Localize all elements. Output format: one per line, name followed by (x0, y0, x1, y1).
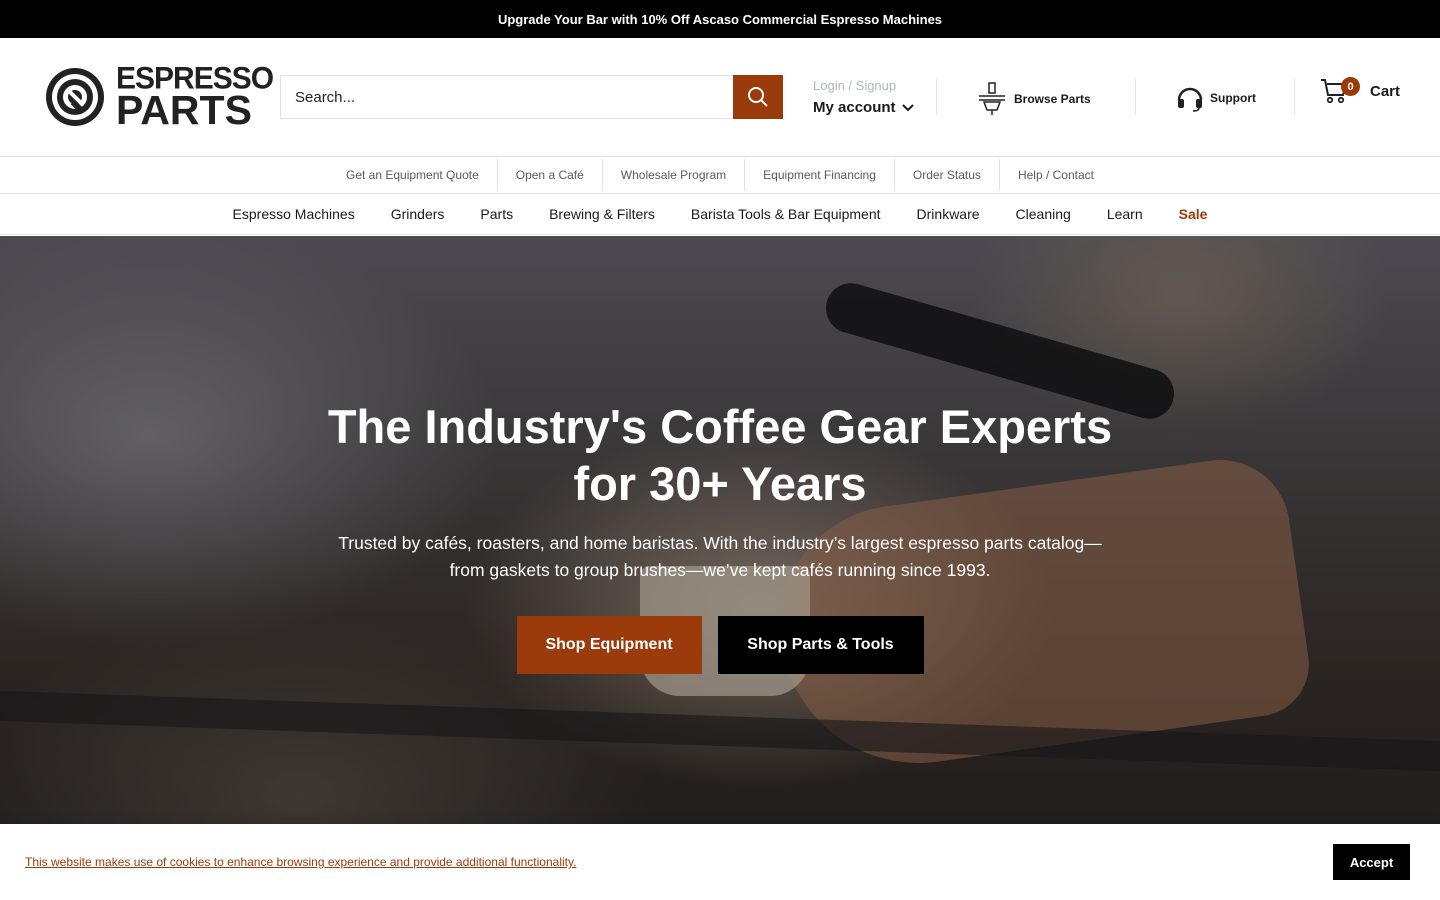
cookie-accept-button[interactable]: Accept (1333, 844, 1410, 880)
announcement-bar[interactable]: Upgrade Your Bar with 10% Off Ascaso Com… (0, 0, 1440, 38)
nav-espresso-machines[interactable]: Espresso Machines (233, 206, 355, 222)
search-input[interactable] (280, 75, 733, 119)
logo-line-2: PARTS (116, 87, 252, 134)
util-link-equipment-quote[interactable]: Get an Equipment Quote (328, 159, 497, 191)
hero-title-line-2: for 30+ Years (573, 457, 867, 510)
my-account-label: My account (813, 99, 896, 116)
hero-buttons: Shop Equipment Shop Parts & Tools (0, 616, 1440, 674)
util-link-wholesale[interactable]: Wholesale Program (601, 159, 744, 191)
hero-subtitle: Trusted by cafés, roasters, and home bar… (320, 530, 1120, 584)
nav-cleaning[interactable]: Cleaning (1016, 206, 1071, 222)
util-link-open-cafe[interactable]: Open a Café (496, 159, 602, 191)
cart-count-badge: 0 (1341, 77, 1360, 96)
cookie-banner: This website makes use of cookies to enh… (0, 824, 1440, 900)
nav-grinders[interactable]: Grinders (391, 206, 445, 222)
browse-parts-label: Browse Parts (1014, 92, 1091, 106)
nav-barista-tools[interactable]: Barista Tools & Bar Equipment (691, 206, 881, 222)
account-menu[interactable]: Login / Signup My account (813, 78, 914, 116)
cookie-policy-link[interactable]: This website makes use of cookies to enh… (25, 855, 576, 869)
search-button[interactable] (733, 75, 783, 119)
hero-subtitle-line-1: Trusted by cafés, roasters, and home bar… (338, 533, 1102, 553)
nav-learn[interactable]: Learn (1107, 206, 1143, 222)
logo-wordmark: ESPRESSO PARTS (116, 61, 274, 134)
hero-subtitle-line-2: from gaskets to group brushes—we’ve kept… (449, 560, 991, 580)
header-divider (1294, 79, 1295, 115)
site-header: ESPRESSO PARTS Login / Signup My account (0, 38, 1440, 157)
shop-equipment-button[interactable]: Shop Equipment (516, 616, 702, 674)
espresso-parts-logo-icon (46, 67, 104, 126)
search-icon (748, 87, 768, 107)
support-label: Support (1210, 91, 1256, 105)
hero-title: The Industry's Coffee Gear Experts for 3… (0, 398, 1440, 512)
site-logo[interactable]: ESPRESSO PARTS (44, 61, 280, 134)
header-divider (1135, 79, 1136, 115)
announcement-text[interactable]: Upgrade Your Bar with 10% Off Ascaso Com… (498, 12, 942, 27)
hero-title-line-1: The Industry's Coffee Gear Experts (327, 400, 1113, 453)
portafilter-icon (979, 82, 1005, 115)
browse-parts-link[interactable]: Browse Parts (978, 82, 1091, 116)
nav-drinkware[interactable]: Drinkware (917, 206, 980, 222)
chevron-down-icon (901, 103, 914, 111)
util-link-help-contact[interactable]: Help / Contact (998, 159, 1112, 191)
my-account-dropdown[interactable]: My account (813, 99, 914, 116)
main-nav: Espresso Machines Grinders Parts Brewing… (0, 194, 1440, 235)
hero-banner: The Industry's Coffee Gear Experts for 3… (0, 236, 1440, 900)
cart-label: Cart (1370, 82, 1401, 100)
header-divider (936, 79, 937, 115)
nav-sale[interactable]: Sale (1179, 206, 1208, 222)
cart-link[interactable]: 0 Cart (1320, 77, 1401, 104)
nav-brewing-filters[interactable]: Brewing & Filters (549, 206, 655, 222)
nav-parts[interactable]: Parts (480, 206, 513, 222)
search-bar (280, 75, 783, 119)
shop-parts-tools-button[interactable]: Shop Parts & Tools (717, 616, 924, 674)
util-link-financing[interactable]: Equipment Financing (744, 159, 894, 191)
headset-icon (1177, 87, 1203, 112)
support-link[interactable]: Support (1176, 84, 1256, 112)
login-signup-link[interactable]: Login / Signup (813, 78, 914, 93)
util-link-order-status[interactable]: Order Status (893, 159, 999, 191)
utility-nav: Get an Equipment Quote Open a Café Whole… (0, 157, 1440, 194)
logo-line-1: ESPRESSO (116, 61, 274, 96)
